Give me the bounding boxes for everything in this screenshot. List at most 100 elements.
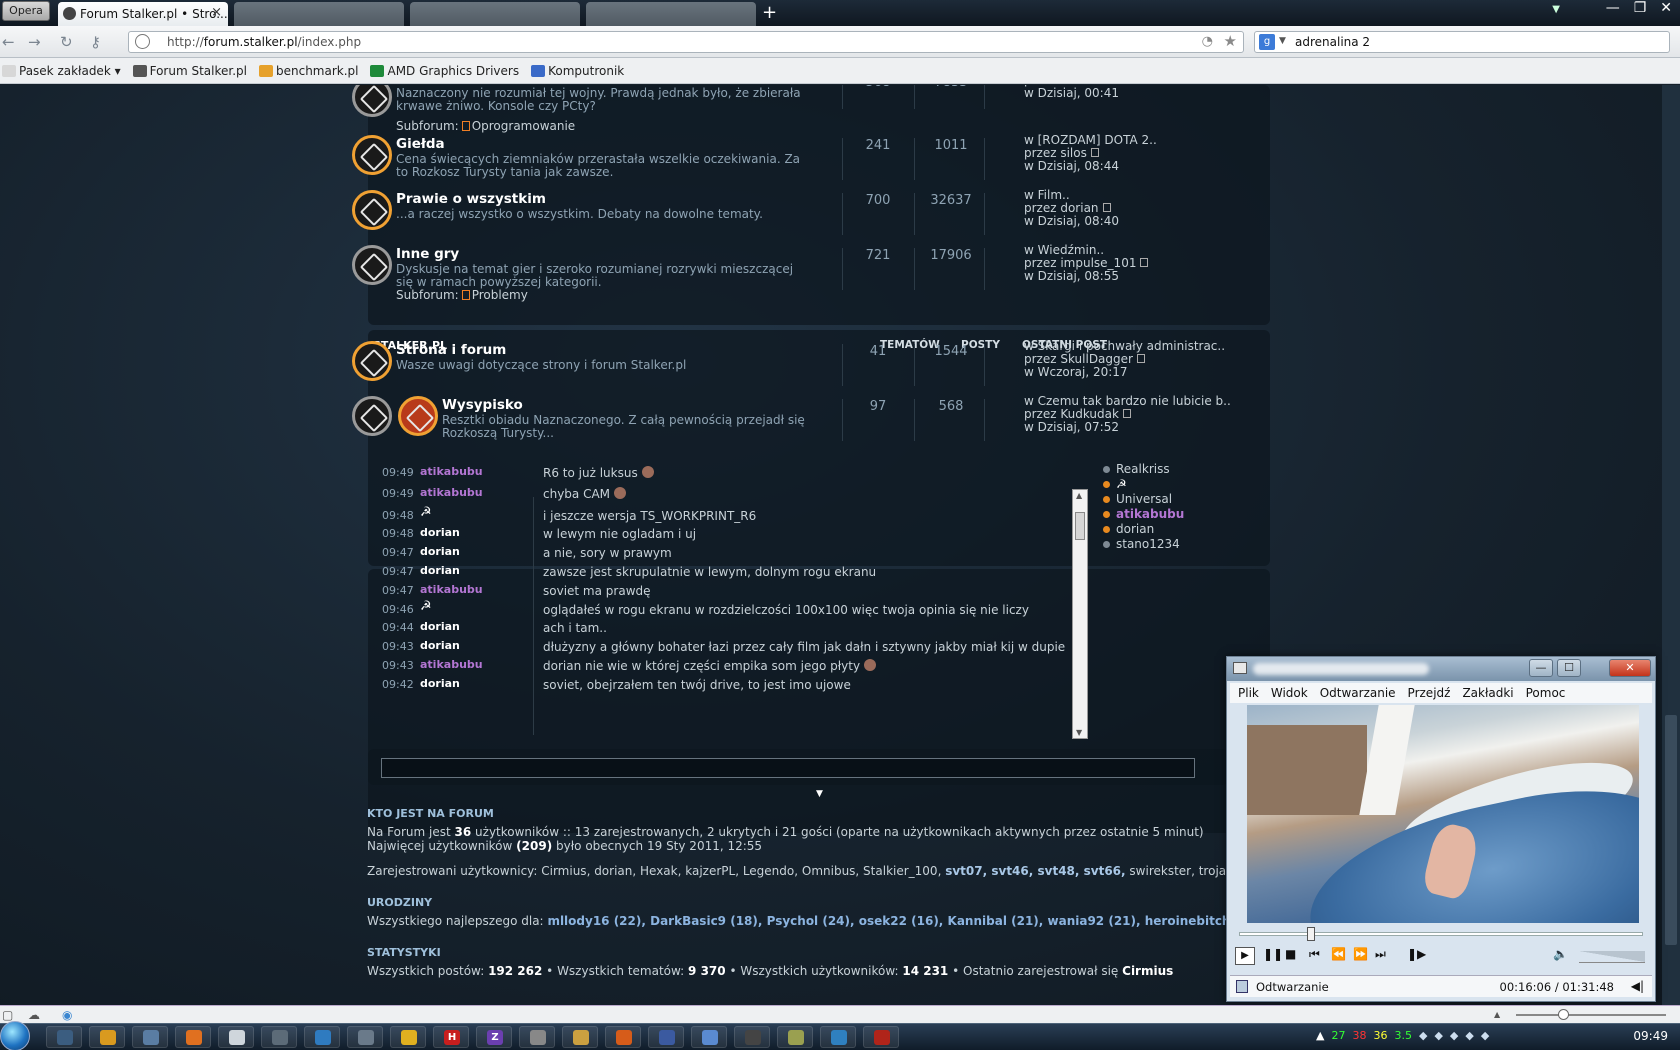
seek-knob[interactable] [1307,927,1316,941]
stop-button-icon[interactable]: ■ [1285,947,1296,961]
scroll-up-icon[interactable]: ▲ [1076,491,1082,500]
search-query[interactable]: adrenalina 2 [1295,35,1370,49]
bookmark-item[interactable]: Komputronik [531,64,624,78]
taskbar-app-button[interactable] [175,1026,211,1048]
last-post-author-text[interactable]: przez SkullDagger [1024,352,1133,366]
start-button-icon[interactable] [0,1021,30,1050]
scroll-down-icon[interactable]: ▼ [1076,728,1082,737]
opera-menu-button[interactable]: Opera [2,1,50,21]
taskbar-app-button[interactable] [519,1026,555,1048]
tab-blurred[interactable] [234,2,404,26]
online-user[interactable]: atikabubu [1103,507,1184,521]
audio-track-icon[interactable]: ◀| [1631,979,1644,993]
message-author[interactable]: atikabubu [420,486,483,499]
google-search-icon[interactable]: g [1259,34,1275,50]
taskbar-app-button[interactable]: Z [476,1026,512,1048]
shoutbox-message-input[interactable] [381,758,1195,778]
player-titlebar[interactable]: — ☐ ✕ [1227,657,1655,681]
online-user[interactable]: Realkriss [1103,462,1170,476]
taskbar-app-button[interactable] [347,1026,383,1048]
page-scrollbar-thumb[interactable] [1665,715,1677,945]
subforum-link[interactable]: Problemy [472,288,528,302]
zoom-menu-chevron-icon[interactable]: ▲ [1494,1010,1500,1019]
message-author[interactable]: dorian [420,564,460,577]
back-arrow-icon[interactable]: ← [2,33,15,51]
last-post-author-text[interactable]: przez Kudkudak [1024,407,1119,421]
online-user-name[interactable]: ☭ [1116,477,1127,491]
bookmark-item[interactable]: Forum Stalker.pl [132,64,247,78]
video-frame[interactable] [1247,705,1639,923]
message-author[interactable]: ☭ [420,505,432,520]
last-post-author-text[interactable]: przez dorian [1024,201,1099,215]
volume-icon[interactable]: ◆ [1450,1029,1458,1042]
message-author[interactable]: dorian [420,639,460,652]
taskbar-app-button[interactable] [46,1026,82,1048]
message-author[interactable]: atikabubu [420,465,483,478]
player-menu-item[interactable]: Widok [1271,686,1308,700]
forward-arrow-icon[interactable]: → [28,33,41,51]
go-to-post-icon[interactable] [1090,148,1099,157]
message-author[interactable]: dorian [420,526,460,539]
online-user-name[interactable]: Realkriss [1116,462,1170,476]
message-author[interactable]: dorian [420,545,460,558]
player-menu-item[interactable]: Pomoc [1526,686,1566,700]
taskbar-app-button[interactable] [89,1026,125,1048]
update-icon[interactable]: ◆ [1481,1029,1489,1042]
search-engine-chevron-icon[interactable]: ▼ [1279,36,1286,46]
birthday-users[interactable]: mllody16 (22), DarkBasic9 (18), Psychol … [547,914,1227,928]
go-to-post-icon[interactable] [1140,258,1149,267]
message-author[interactable]: dorian [420,677,460,690]
play-button-icon[interactable]: ▶ [1235,947,1255,965]
taskbar-app-button[interactable] [777,1026,813,1048]
forum-title-link[interactable]: Inne gry [396,246,459,262]
message-author[interactable]: atikabubu [420,583,483,596]
online-user-name[interactable]: Universal [1116,492,1172,506]
rewind-button-icon[interactable]: ⏪ [1331,947,1346,961]
tab-forum-stalker[interactable]: Forum Stalker.pl • Stro... × [58,2,228,26]
online-user[interactable]: Universal [1103,492,1172,506]
pause-button-icon[interactable]: ❚❚ [1263,947,1283,961]
taskbar-app-button[interactable] [863,1026,899,1048]
site-info-icon[interactable] [135,34,150,49]
address-bar[interactable]: http://forum.stalker.pl/index.php ◔ ★ [128,31,1244,53]
taskbar-app-button[interactable] [261,1026,297,1048]
online-user[interactable]: dorian [1103,522,1154,536]
tab-menu-chevron-icon[interactable]: ▼ [1552,4,1560,15]
taskbar-app-button[interactable] [132,1026,168,1048]
taskbar-app-button[interactable] [648,1026,684,1048]
online-user-name[interactable]: atikabubu [1116,507,1184,521]
taskbar-app-button[interactable] [691,1026,727,1048]
unite-cloud-icon[interactable]: ☁ [28,1008,40,1022]
online-user[interactable]: ☭ [1103,477,1127,491]
taskbar-app-button[interactable] [820,1026,856,1048]
previous-button-icon[interactable]: ⏮ [1309,947,1320,962]
key-icon[interactable]: ⚷ [90,33,101,51]
message-author[interactable]: atikabubu [420,658,483,671]
clock[interactable]: 09:49 [1633,1029,1668,1043]
tray-expand-icon[interactable]: ▲ [1316,1029,1324,1042]
taskbar-app-button[interactable] [605,1026,641,1048]
taskbar-app-button[interactable] [734,1026,770,1048]
seek-bar[interactable] [1239,927,1643,941]
zoom-knob[interactable] [1558,1009,1569,1020]
new-tab-button[interactable]: + [762,2,777,23]
forum-title-link[interactable]: Strona i forum [396,342,506,358]
minimize-icon[interactable]: — [1606,0,1620,16]
maximize-icon[interactable]: ❐ [1634,0,1647,16]
collapse-chevron-icon[interactable]: ▼ [816,789,823,799]
taskbar-app-button[interactable] [304,1026,340,1048]
forum-title-link[interactable]: Giełda [396,136,445,152]
address-url[interactable]: http://forum.stalker.pl/index.php [167,35,361,49]
taskbar-app-button[interactable] [218,1026,254,1048]
taskbar-app-button[interactable]: H [433,1026,469,1048]
rss-icon[interactable]: ◔ [1202,34,1213,49]
last-post-author-text[interactable]: przez silos [1024,146,1087,160]
turbo-icon[interactable]: ◉ [62,1008,72,1022]
go-to-post-icon[interactable] [1122,409,1131,418]
tab-blurred[interactable] [410,2,580,26]
tab-blurred[interactable] [586,2,756,26]
message-author[interactable]: dorian [420,620,460,633]
fast-forward-button-icon[interactable]: ⏩ [1353,947,1368,961]
bookmark-star-icon[interactable]: ★ [1224,32,1237,50]
message-author[interactable]: ☭ [420,599,432,614]
